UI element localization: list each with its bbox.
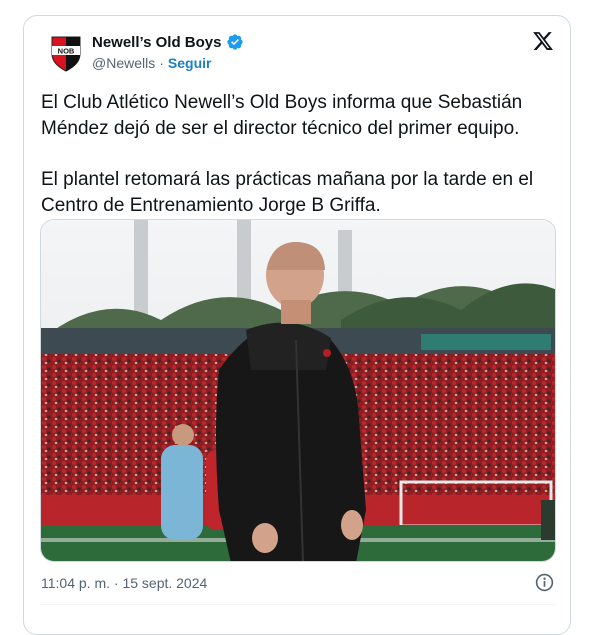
- crest-text: NOB: [58, 47, 75, 56]
- newells-crest-avatar[interactable]: NOB: [50, 34, 82, 72]
- tweet-paragraph-2: El plantel retomará las prácticas mañana…: [41, 169, 534, 216]
- tweet-text: El Club Atlético Newell’s Old Boys infor…: [41, 90, 561, 219]
- name-row: Newell’s Old Boys: [92, 33, 244, 51]
- tweet-card: NOB Newell’s Old Boys @Newells · Seguir …: [23, 15, 571, 635]
- tweet-paragraph-1: El Club Atlético Newell’s Old Boys infor…: [41, 92, 523, 139]
- tweet-photo[interactable]: [40, 219, 556, 562]
- tweet-timestamp[interactable]: 11:04 p. m. · 15 sept. 2024: [41, 575, 207, 591]
- handle[interactable]: @Newells: [92, 55, 155, 71]
- follow-button[interactable]: Seguir: [168, 55, 212, 71]
- display-name[interactable]: Newell’s Old Boys: [92, 34, 222, 51]
- handle-row: @Newells · Seguir: [92, 55, 211, 71]
- coach-photo: [41, 220, 555, 561]
- verified-badge-icon: [226, 34, 243, 50]
- x-logo-icon[interactable]: [532, 30, 554, 52]
- info-icon[interactable]: [535, 573, 554, 592]
- separator-dot: ·: [159, 55, 164, 71]
- footer-divider: [40, 604, 556, 605]
